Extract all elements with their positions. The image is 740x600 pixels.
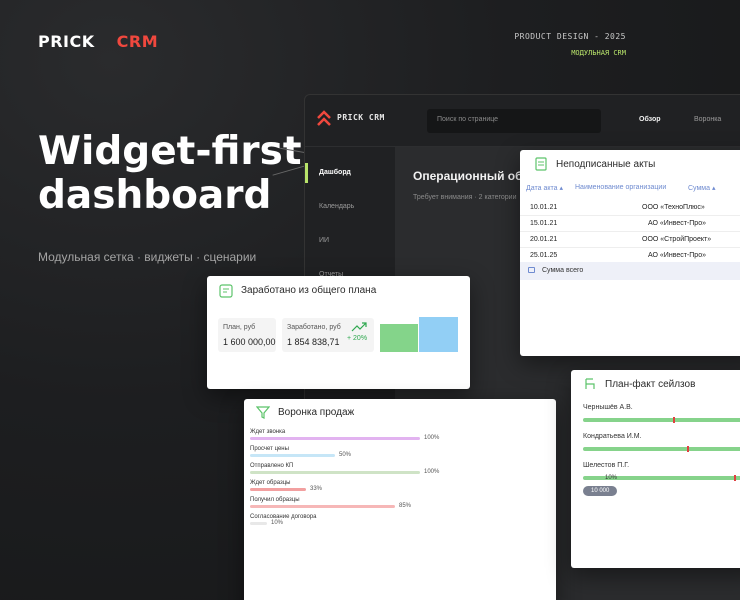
hero-title-line-2: dashboard xyxy=(38,173,272,218)
funnel-stage-percent: 33% xyxy=(310,486,323,492)
total-icon xyxy=(528,267,535,273)
funnel-stage-bar xyxy=(250,454,335,457)
funnel-stage-label: Отправлено КП xyxy=(250,463,294,469)
app-name: PRICK CRM xyxy=(337,113,385,122)
logo-chevron-icon xyxy=(317,110,331,126)
sidebar-active-indicator xyxy=(305,163,308,183)
salesperson-fact-marker xyxy=(734,475,736,481)
earned-percent: + 20% xyxy=(347,335,368,342)
unsigned-acts-widget: Неподписанные акты Дата акта ▴ Наименова… xyxy=(520,150,740,356)
salesperson-plan-bar xyxy=(583,418,740,422)
meta-block: PRODUCT DESIGN - 2025 МОДУЛЬНАЯ CRM xyxy=(514,32,626,57)
salesperson-name: Чернышёв А.В. xyxy=(583,404,633,411)
list-icon xyxy=(219,284,233,298)
funnel-stage-label: Получил образцы xyxy=(250,497,300,503)
funnel-stage-bar xyxy=(250,471,420,474)
salesperson-fact-marker xyxy=(687,446,689,452)
unsigned-acts-title: Неподписанные акты xyxy=(556,159,656,170)
chair-icon xyxy=(585,378,595,389)
value-tag: 10 000 xyxy=(583,486,618,496)
row-org: ООО «ТехноПлюс» xyxy=(642,204,705,211)
funnel-stage-bar xyxy=(250,437,420,440)
meta-line-2: МОДУЛЬНАЯ CRM xyxy=(571,49,626,57)
page-subtitle: Требует внимания · 2 категории xyxy=(413,194,517,201)
plan-label: План, руб xyxy=(223,324,256,331)
col-sum[interactable]: Сумма ▴ xyxy=(688,184,715,192)
salesperson-fact-marker xyxy=(673,417,675,423)
funnel-icon xyxy=(256,406,270,419)
table-row[interactable]: 20.01.21 ООО «СтройПроект» xyxy=(520,232,740,248)
table-row[interactable]: 15.01.21 АО «Инвест-Про» xyxy=(520,216,740,232)
salesperson-name: Шелестов П.Г. xyxy=(583,462,630,469)
plan-bar xyxy=(380,324,418,352)
hero-title-line-1: Widget-first xyxy=(38,129,302,174)
nav-overview[interactable]: Обзор xyxy=(639,116,661,123)
funnel-stage-percent: 85% xyxy=(399,503,412,509)
row-org: АО «Инвест-Про» xyxy=(648,220,706,227)
row-date: 25.01.25 xyxy=(530,252,558,259)
acts-total-row: Сумма всего xyxy=(520,262,740,280)
earned-title: Заработано из общего плана xyxy=(241,285,377,296)
small-percent: 10% xyxy=(605,475,618,481)
sidebar-item-dashboard[interactable]: Дашборд xyxy=(319,169,351,176)
brand-logo: PRICK CRM xyxy=(38,32,158,51)
funnel-stage-label: Согласование договора xyxy=(250,514,317,520)
funnel-stage-percent: 10% xyxy=(271,520,284,526)
earned-widget: Заработано из общего плана План, руб 1 6… xyxy=(207,276,470,389)
brand-part-1: PRICK xyxy=(38,32,95,51)
funnel-stage-label: Ждет звонка xyxy=(250,429,286,435)
plan-value: 1 600 000,00 xyxy=(223,337,276,347)
document-icon xyxy=(535,157,547,171)
row-date: 10.01.21 xyxy=(530,204,558,211)
trend-up-icon xyxy=(351,322,367,332)
table-row[interactable]: 10.01.21 ООО «ТехноПлюс» xyxy=(520,200,740,216)
earned-label: Заработано, руб xyxy=(287,324,341,331)
sidebar-item-ai[interactable]: ИИ xyxy=(319,237,329,244)
funnel-stage-bar xyxy=(250,522,267,525)
search-input[interactable]: Поиск по странице xyxy=(427,109,601,133)
plan-box: План, руб 1 600 000,00 xyxy=(218,318,276,352)
sales-funnel-widget: Воронка продаж Ждет звонка 100% Просчет це… xyxy=(244,399,556,600)
hero-subtitle: Модульная сетка · виджеты · сценарии xyxy=(38,250,257,264)
row-org: ООО «СтройПроект» xyxy=(642,236,712,243)
salesperson-plan-bar xyxy=(583,447,740,451)
funnel-stage-percent: 50% xyxy=(339,452,352,458)
funnel-stage-bar xyxy=(250,488,306,491)
meta-line-1: PRODUCT DESIGN - 2025 xyxy=(514,32,626,41)
salesperson-name: Кондратьева И.М. xyxy=(583,433,642,440)
row-date: 15.01.21 xyxy=(530,220,558,227)
funnel-stage-percent: 100% xyxy=(424,469,440,475)
sidebar-item-calendar[interactable]: Календарь xyxy=(319,203,354,210)
funnel-stage-percent: 100% xyxy=(424,435,440,441)
acts-table-header: Дата акта ▴ Наименование организации Сум… xyxy=(520,182,740,196)
row-date: 20.01.21 xyxy=(530,236,558,243)
funnel-stage-label: Просчет цены xyxy=(250,446,289,452)
funnel-stage-label: Ждет образцы xyxy=(250,480,291,486)
earned-bar xyxy=(419,317,458,352)
funnel-title: Воронка продаж xyxy=(278,407,355,418)
funnel-stage-bar xyxy=(250,505,395,508)
earned-value: 1 854 838,71 xyxy=(287,337,340,347)
col-date[interactable]: Дата акта ▴ xyxy=(526,184,563,192)
plan-fact-title: План-факт сейлзов xyxy=(605,379,696,390)
plan-fact-widget: План-факт сейлзов Чернышёв А.В. Кондратье… xyxy=(571,370,740,568)
acts-total-label: Сумма всего xyxy=(542,267,584,274)
nav-funnel[interactable]: Воронка xyxy=(694,116,721,123)
row-org: АО «Инвест-Про» xyxy=(648,252,706,259)
brand-part-2: CRM xyxy=(116,32,159,51)
app-topbar: PRICK CRM Поиск по странице Обзор Воронк… xyxy=(305,95,740,147)
col-org[interactable]: Наименование организации xyxy=(575,184,666,191)
